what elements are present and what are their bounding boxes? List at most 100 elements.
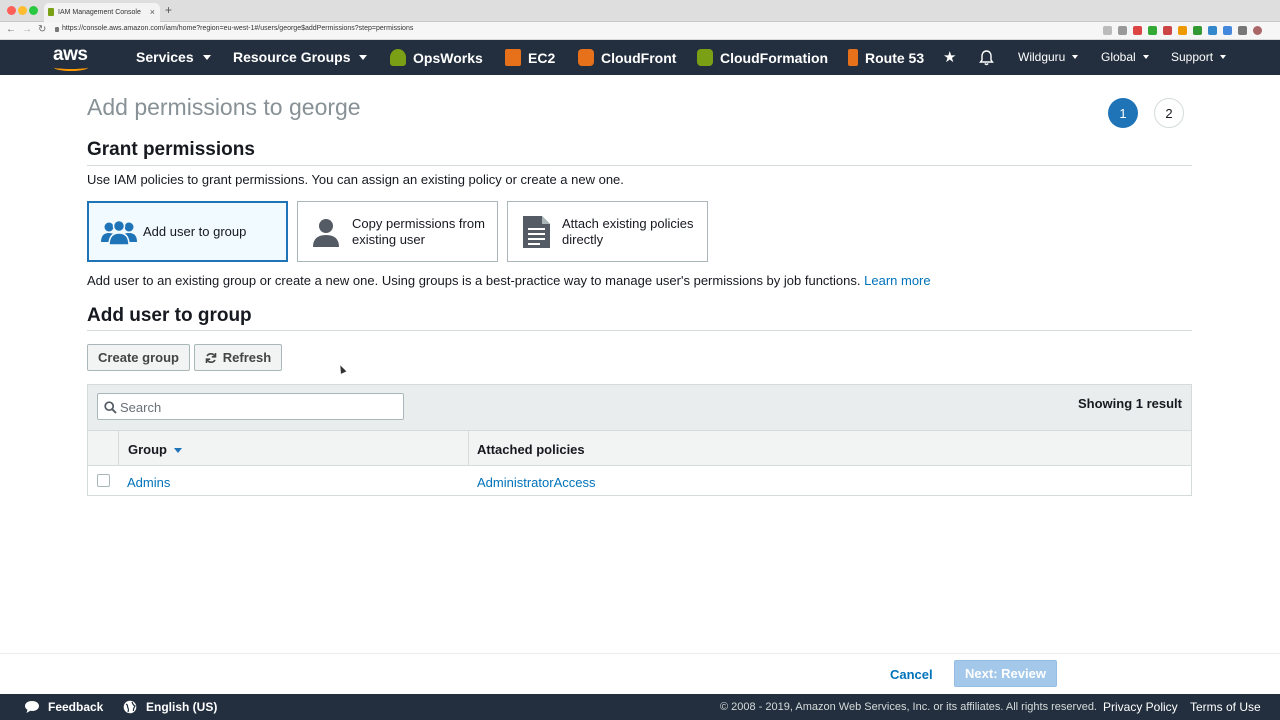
- option-label: Attach existing policies directly: [562, 215, 694, 247]
- opsworks-icon: [390, 49, 406, 66]
- profile-avatar-icon[interactable]: [1253, 26, 1262, 35]
- shortcut-ec2[interactable]: EC2: [505, 49, 555, 66]
- extension-icon[interactable]: [1178, 26, 1187, 35]
- user-icon: [313, 218, 339, 247]
- shortcut-label: EC2: [528, 49, 556, 66]
- shortcut-cloudfront[interactable]: CloudFront: [578, 49, 676, 66]
- shortcut-label: CloudFront: [601, 49, 677, 66]
- shortcut-opsworks[interactable]: OpsWorks: [390, 49, 483, 66]
- row-checkbox[interactable]: [97, 474, 110, 487]
- shortcut-cloudformation[interactable]: CloudFormation: [697, 49, 828, 66]
- aws-favicon-icon: [48, 8, 54, 16]
- region-label: Global: [1101, 50, 1136, 64]
- cloudformation-icon: [697, 49, 713, 66]
- browser-address-bar: ← → ↻ https://console.aws.amazon.com/iam…: [0, 22, 1280, 40]
- speech-bubble-icon: [25, 701, 39, 713]
- search-box: [97, 393, 404, 420]
- chevron-down-icon: [1072, 55, 1079, 59]
- cancel-button[interactable]: Cancel: [882, 666, 941, 682]
- url-field[interactable]: https://console.aws.amazon.com/iam/home?…: [62, 25, 413, 32]
- extension-icon[interactable]: [1208, 26, 1217, 35]
- extension-icon[interactable]: [1148, 26, 1157, 35]
- chevron-down-icon: [359, 54, 368, 60]
- add-user-to-group-heading: Add user to group: [87, 305, 252, 326]
- services-label: Services: [136, 49, 194, 65]
- terms-of-use-link[interactable]: Terms of Use: [1190, 700, 1261, 714]
- section-divider: [87, 165, 1192, 166]
- zoom-icon[interactable]: [1103, 26, 1112, 35]
- reload-icon[interactable]: ↻: [38, 24, 46, 35]
- grant-permissions-heading: Grant permissions: [87, 139, 255, 160]
- new-tab-icon[interactable]: +: [165, 3, 172, 17]
- language-selector[interactable]: English (US): [123, 700, 217, 714]
- window-minimize-button[interactable]: [18, 6, 27, 15]
- feedback-label: Feedback: [48, 700, 104, 714]
- mouse-cursor-icon: [337, 364, 347, 374]
- star-bookmark-icon[interactable]: [1118, 26, 1127, 35]
- tab-close-icon[interactable]: ×: [150, 7, 155, 17]
- language-label: English (US): [146, 700, 218, 714]
- browser-tab[interactable]: IAM Management Console ×: [44, 3, 160, 22]
- back-arrow-icon[interactable]: ←: [6, 24, 16, 35]
- shortcut-label: CloudFormation: [720, 49, 829, 66]
- group-link[interactable]: Admins: [127, 475, 170, 490]
- refresh-icon: [205, 352, 217, 363]
- table-header: Group Attached policies: [88, 430, 1191, 466]
- lock-icon: [55, 27, 59, 32]
- grant-permissions-description: Use IAM policies to grant permissions. Y…: [87, 172, 624, 187]
- support-menu[interactable]: Support: [1171, 50, 1227, 64]
- column-header-label: Group: [128, 442, 167, 457]
- footer-divider: [0, 653, 1280, 654]
- resource-groups-label: Resource Groups: [233, 49, 351, 65]
- ec2-icon: [505, 49, 521, 66]
- account-menu[interactable]: Wildguru: [1018, 50, 1079, 64]
- search-input[interactable]: [120, 399, 390, 415]
- extension-icon[interactable]: [1133, 26, 1142, 35]
- users-group-icon: [101, 219, 137, 246]
- column-header-group[interactable]: Group: [128, 442, 182, 457]
- support-label: Support: [1171, 50, 1214, 64]
- cloudfront-icon: [578, 49, 594, 66]
- extension-icon[interactable]: [1223, 26, 1232, 35]
- extension-icon[interactable]: [1238, 26, 1247, 35]
- privacy-policy-link[interactable]: Privacy Policy: [1103, 700, 1178, 714]
- console-bottom-bar: Feedback English (US) © 2008 - 2019, Ama…: [0, 694, 1280, 720]
- table-row: Admins AdministratorAccess: [88, 466, 1191, 496]
- option-description: Add user to an existing group or create …: [87, 273, 931, 288]
- option-add-user-to-group[interactable]: Add user to group: [87, 201, 288, 262]
- extension-icons: [1103, 26, 1262, 35]
- browser-tab-title: IAM Management Console: [58, 9, 141, 16]
- forward-arrow-icon[interactable]: →: [22, 24, 32, 35]
- create-group-button[interactable]: Create group: [87, 344, 190, 371]
- window-zoom-button[interactable]: [29, 6, 38, 15]
- sort-descending-icon: [174, 448, 182, 453]
- services-menu[interactable]: Services: [136, 49, 211, 65]
- shortcut-route53[interactable]: Route 53: [848, 49, 924, 66]
- column-divider: [468, 431, 469, 466]
- refresh-label: Refresh: [222, 350, 272, 365]
- resource-groups-menu[interactable]: Resource Groups: [233, 49, 368, 65]
- option-attach-policies[interactable]: Attach existing policies directly: [507, 201, 708, 262]
- policy-link[interactable]: AdministratorAccess: [477, 475, 595, 490]
- groups-table: Showing 1 result Group Attached policies…: [87, 384, 1192, 496]
- region-menu[interactable]: Global: [1101, 50, 1149, 64]
- column-header-attached-policies: Attached policies: [477, 442, 585, 457]
- route53-icon: [848, 49, 858, 66]
- extension-icon[interactable]: [1193, 26, 1202, 35]
- window-close-button[interactable]: [7, 6, 16, 15]
- learn-more-link[interactable]: Learn more: [864, 273, 930, 288]
- globe-icon: [123, 700, 137, 714]
- next-review-button[interactable]: Next: Review: [954, 660, 1057, 687]
- result-count: Showing 1 result: [1077, 396, 1182, 411]
- table-toolbar: Showing 1 result: [88, 385, 1191, 430]
- bell-icon[interactable]: [979, 50, 994, 66]
- pin-icon[interactable]: ★: [943, 48, 956, 66]
- feedback-button[interactable]: Feedback: [24, 700, 103, 714]
- refresh-button[interactable]: Refresh: [194, 344, 282, 371]
- option-label: Add user to group: [143, 223, 247, 239]
- extension-icon[interactable]: [1163, 26, 1172, 35]
- copyright-text: © 2008 - 2019, Amazon Web Services, Inc.…: [720, 701, 1097, 713]
- account-label: Wildguru: [1018, 50, 1066, 64]
- aws-logo[interactable]: aws: [53, 44, 88, 66]
- option-copy-permissions[interactable]: Copy permissions from existing user: [297, 201, 498, 262]
